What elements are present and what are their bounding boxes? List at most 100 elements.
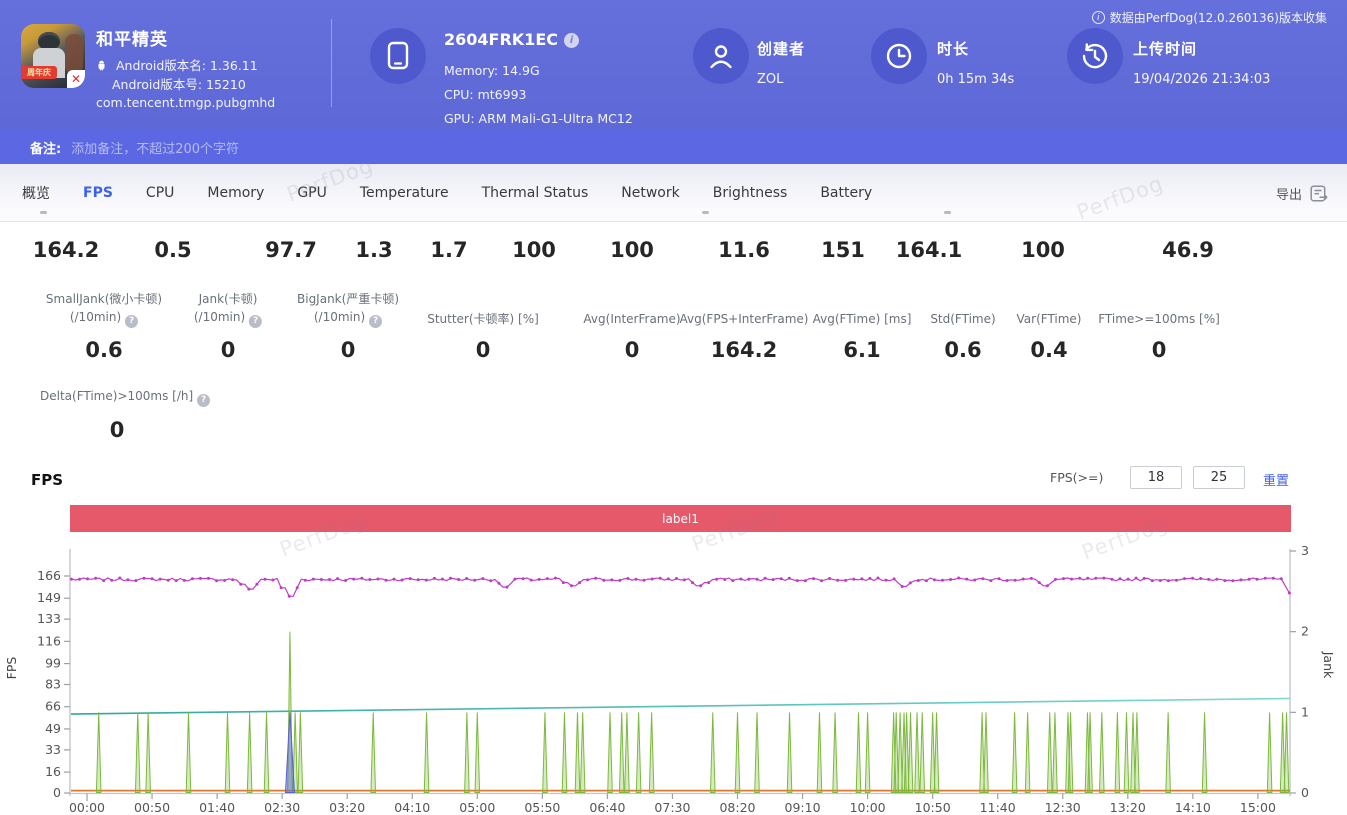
svg-text:49: 49 [45,721,61,736]
help-icon[interactable]: ? [197,394,210,407]
device-icon [370,28,426,84]
clipped-label-remnant [944,211,951,214]
stat-value: 46.9 [1162,238,1214,262]
svg-text:1: 1 [1301,704,1309,719]
tab-Network[interactable]: Network [621,185,679,201]
device-info-icon[interactable]: i [564,33,579,48]
android-version-code: Android版本号: 15210 [112,74,246,93]
stat-value: 100 [610,238,654,262]
export-button[interactable]: 导出 [1276,164,1329,222]
app-icon: 周年庆 ✕ [21,24,85,88]
tab-bar: 概览 FPS CPU Memory GPU Temperature Thermal Stat… [0,164,1347,222]
tab-Brightness[interactable]: Brightness [713,185,788,201]
svg-text:83: 83 [45,677,61,692]
remark-bar[interactable]: 备注: 添加备注，不超过200个字符 [0,130,1347,164]
remark-label: 备注: [30,138,61,157]
duration-label: 时长 [937,38,969,59]
tab-Battery[interactable]: Battery [820,185,872,201]
svg-text:10:50: 10:50 [915,800,951,815]
creator-icon [693,28,749,84]
fps-section-title: FPS [31,471,63,489]
fps-chart[interactable]: 0163349668399116133149166012300:0000:500… [0,538,1347,815]
svg-text:149: 149 [37,590,61,605]
tab-CPU[interactable]: CPU [146,185,174,201]
duration-icon [871,28,927,84]
stat-value: 11.6 [718,238,770,262]
stat-label: Std(FTime) [930,288,995,328]
svg-text:02:30: 02:30 [264,800,300,815]
svg-text:3: 3 [1301,543,1309,558]
svg-text:15:00: 15:00 [1240,800,1276,815]
svg-text:04:10: 04:10 [394,800,430,815]
svg-text:FPS: FPS [4,657,19,680]
perfdog-report-page: 周年庆 ✕ 和平精英 Android版本名: 1.36.11 Android版本… [0,0,1347,815]
stat-label: Stutter(卡顿率) [%] [427,288,539,328]
tab-bar-items: 概览 FPS CPU Memory GPU Temperature Thermal Stat… [22,164,872,222]
svg-text:05:00: 05:00 [459,800,495,815]
creator-value: ZOL [757,72,783,87]
stat-value: 0 [341,338,356,362]
creator-label: 创建者 [757,38,805,59]
help-icon[interactable]: ? [125,315,138,328]
info-icon: i [1092,11,1105,24]
stat-label: BigJank(严重卡顿)(/10min)? [297,288,399,328]
collector-note: i 数据由PerfDog(12.0.260136)版本收集 [1092,9,1327,26]
band-label: label1 [662,512,699,526]
export-label: 导出 [1276,184,1302,203]
duration-value: 0h 15m 34s [937,72,1014,87]
svg-text:166: 166 [37,568,61,583]
app-icon-ribbon: 周年庆 [21,66,57,79]
svg-text:12:30: 12:30 [1045,800,1081,815]
svg-text:116: 116 [37,633,61,648]
stat-value: 100 [1021,238,1065,262]
stat-value: 100 [512,238,556,262]
clipped-label-remnant [40,211,47,214]
svg-text:0: 0 [1301,785,1309,800]
svg-text:05:50: 05:50 [524,800,560,815]
stat-value: 0.4 [1030,338,1067,362]
fps-max-input[interactable] [1193,466,1245,489]
reset-button[interactable]: 重置 [1263,470,1289,489]
tab-GPU[interactable]: GPU [297,185,327,201]
remark-placeholder: 添加备注，不超过200个字符 [71,138,239,157]
stat-value: 0.5 [154,238,191,262]
svg-text:2: 2 [1301,624,1309,639]
stat-value: 1.7 [430,238,467,262]
header-divider [331,19,332,107]
svg-text:00:00: 00:00 [69,800,105,815]
svg-text:133: 133 [37,611,61,626]
upload-time-value: 19/04/2026 21:34:03 [1133,72,1270,87]
tab-FPS[interactable]: FPS [83,185,113,201]
stat-value: 164.2 [711,338,777,362]
stat-value: 1.3 [355,238,392,262]
device-gpu: GPU: ARM Mali-G1-Ultra MC12 [444,111,633,126]
svg-text:03:20: 03:20 [329,800,365,815]
device-name: 2604FRK1ECi [444,30,579,49]
svg-text:Jank: Jank [1321,651,1336,679]
upload-time-icon [1067,28,1123,84]
stat-value: 97.7 [265,238,317,262]
svg-text:08:20: 08:20 [719,800,755,815]
svg-text:00:50: 00:50 [134,800,170,815]
tab-概览[interactable]: 概览 [22,183,50,203]
help-icon[interactable]: ? [249,315,262,328]
svg-text:11:40: 11:40 [980,800,1016,815]
svg-text:99: 99 [45,656,61,671]
stat-value: 0 [1152,338,1167,362]
app-icon-corner-mark: ✕ [67,70,85,88]
tab-Memory[interactable]: Memory [207,185,264,201]
app-title: 和平精英 [96,25,168,50]
svg-text:16: 16 [45,764,61,779]
tab-Temperature[interactable]: Temperature [360,185,449,201]
stat-value: 0 [476,338,491,362]
report-header: 周年庆 ✕ 和平精英 Android版本名: 1.36.11 Android版本… [0,0,1347,130]
help-icon[interactable]: ? [369,315,382,328]
stat-value: 164.2 [33,238,99,262]
stat-value: 6.1 [843,338,880,362]
clipped-label-remnant [702,211,709,214]
svg-text:01:40: 01:40 [199,800,235,815]
fps-min-input[interactable] [1130,466,1182,489]
device-cpu: CPU: mt6993 [444,87,527,102]
stat-label: Var(FTime) [1017,288,1082,328]
tab-Thermal Status[interactable]: Thermal Status [482,185,589,201]
